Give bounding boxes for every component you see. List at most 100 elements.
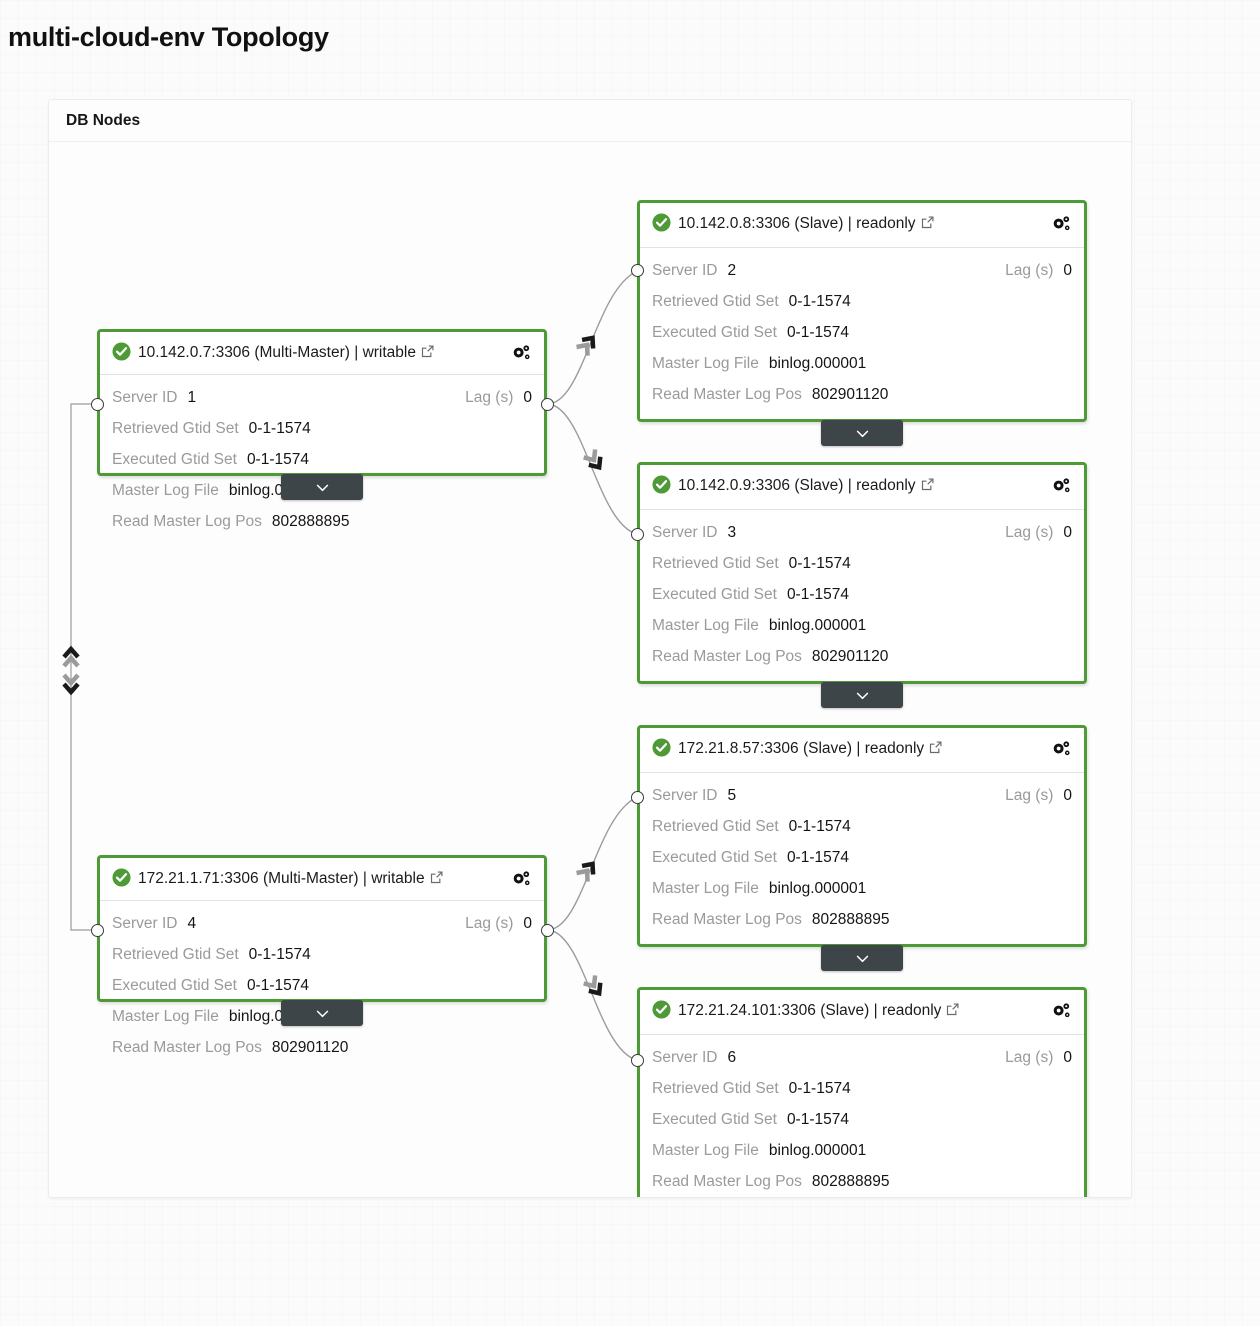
node-row-lag: Lag (s) 0 (465, 382, 532, 413)
external-link-icon[interactable] (429, 870, 444, 891)
node-row-master-log-file: Master Log File binlog.000001 (652, 1135, 1072, 1166)
node-title-text: 10.142.0.9:3306 (Slave) | readonly (678, 477, 916, 494)
chevron-down-icon (316, 1010, 328, 1017)
db-nodes-panel: DB Nodes 10.142.0.7:3306 (Multi-Master) … (48, 99, 1132, 1198)
node-port-left[interactable] (631, 1054, 644, 1067)
check-circle-icon (652, 1000, 671, 1019)
node-row-retrieved-gtid: Retrieved Gtid Set 0-1-1574 (652, 1073, 1072, 1104)
executed-gtid-label: Executed Gtid Set (112, 977, 237, 994)
gear-icon[interactable] (511, 869, 532, 895)
retrieved-gtid-value: 0-1-1574 (788, 818, 851, 835)
node-title-text: 10.142.0.7:3306 (Multi-Master) | writabl… (138, 344, 416, 361)
gear-icon[interactable] (511, 343, 532, 369)
node-body: Server ID 5 Lag (s) 0 Retrieved Gtid Set… (640, 773, 1084, 945)
master-log-file-value: binlog.000001 (768, 880, 867, 897)
lag-value: 0 (1063, 1049, 1072, 1066)
node-port-left[interactable] (91, 398, 104, 411)
topology-canvas[interactable]: 10.142.0.7:3306 (Multi-Master) | writabl… (49, 142, 1131, 1197)
chevron-down-icon (316, 484, 328, 491)
node-row-lag: Lag (s) 0 (1005, 1042, 1072, 1073)
retrieved-gtid-value: 0-1-1574 (788, 293, 851, 310)
gear-icon[interactable] (1051, 739, 1072, 765)
check-circle-icon (112, 868, 131, 887)
gear-icon[interactable] (1051, 214, 1072, 240)
arrow-marker-master2-slave6 (583, 975, 603, 997)
node-port-left[interactable] (631, 528, 644, 541)
external-link-icon[interactable] (920, 215, 935, 236)
executed-gtid-label: Executed Gtid Set (652, 324, 777, 341)
gear-icon[interactable] (1051, 476, 1072, 502)
lag-label: Lag (s) (465, 915, 514, 932)
topology-node-card[interactable]: 172.21.8.57:3306 (Slave) | readonly Serv… (637, 725, 1087, 947)
retrieved-gtid-label: Retrieved Gtid Set (652, 1080, 779, 1097)
node-port-right[interactable] (541, 398, 554, 411)
node-row-read-master-log-pos: Read Master Log Pos 802888895 (652, 904, 1072, 935)
node-row-retrieved-gtid: Retrieved Gtid Set 0-1-1574 (652, 286, 1072, 317)
external-link-icon[interactable] (945, 1002, 960, 1023)
server-id-value: 1 (187, 389, 197, 406)
read-master-log-pos-label: Read Master Log Pos (652, 1173, 802, 1190)
node-row-server-id: Server ID 6 Lag (s) 0 (652, 1042, 1072, 1073)
retrieved-gtid-label: Retrieved Gtid Set (652, 293, 779, 310)
node-row-master-log-file: Master Log File binlog.000001 (652, 348, 1072, 379)
node-title-text: 172.21.1.71:3306 (Multi-Master) | writab… (138, 870, 425, 887)
topology-node-card[interactable]: 10.142.0.9:3306 (Slave) | readonly Serve… (637, 462, 1087, 684)
executed-gtid-value: 0-1-1574 (246, 977, 309, 994)
node-body: Server ID 1 Lag (s) 0 Retrieved Gtid Set… (100, 375, 544, 547)
node-port-left[interactable] (91, 924, 104, 937)
node-row-read-master-log-pos: Read Master Log Pos 802901120 (652, 641, 1072, 672)
executed-gtid-label: Executed Gtid Set (652, 849, 777, 866)
executed-gtid-value: 0-1-1574 (786, 324, 849, 341)
server-id-label: Server ID (652, 1049, 718, 1066)
executed-gtid-label: Executed Gtid Set (112, 451, 237, 468)
external-link-icon[interactable] (920, 477, 935, 498)
node-row-executed-gtid: Executed Gtid Set 0-1-1574 (652, 1104, 1072, 1135)
external-link-icon[interactable] (928, 740, 943, 761)
master-log-file-label: Master Log File (652, 617, 759, 634)
read-master-log-pos-label: Read Master Log Pos (112, 1039, 262, 1056)
read-master-log-pos-value: 802888895 (271, 513, 350, 530)
check-circle-icon (652, 738, 671, 757)
node-header: 172.21.24.101:3306 (Slave) | readonly (640, 990, 1084, 1035)
topology-node-card[interactable]: 10.142.0.8:3306 (Slave) | readonly Serve… (637, 200, 1087, 422)
topology-node-card[interactable]: 172.21.1.71:3306 (Multi-Master) | writab… (97, 855, 547, 1056)
node-row-server-id: Server ID 5 Lag (s) 0 (652, 780, 1072, 811)
node-port-left[interactable] (631, 791, 644, 804)
server-id-label: Server ID (652, 787, 718, 804)
collapse-toggle[interactable] (281, 474, 363, 500)
retrieved-gtid-value: 0-1-1574 (248, 420, 311, 437)
edge-master2-to-slave5 (546, 796, 638, 931)
panel-title: DB Nodes (66, 111, 141, 129)
node-row-executed-gtid: Executed Gtid Set 0-1-1574 (652, 579, 1072, 610)
collapse-toggle[interactable] (821, 420, 903, 446)
node-row-master-log-file: Master Log File binlog.000001 (652, 873, 1072, 904)
external-link-icon[interactable] (420, 344, 435, 365)
executed-gtid-value: 0-1-1574 (786, 849, 849, 866)
node-body: Server ID 4 Lag (s) 0 Retrieved Gtid Set… (100, 901, 544, 1073)
read-master-log-pos-label: Read Master Log Pos (652, 911, 802, 928)
gear-icon[interactable] (1051, 1001, 1072, 1027)
retrieved-gtid-value: 0-1-1574 (248, 946, 311, 963)
executed-gtid-value: 0-1-1574 (786, 1111, 849, 1128)
node-row-retrieved-gtid: Retrieved Gtid Set 0-1-1574 (112, 413, 532, 444)
lag-value: 0 (1063, 524, 1072, 541)
retrieved-gtid-label: Retrieved Gtid Set (652, 818, 779, 835)
node-row-retrieved-gtid: Retrieved Gtid Set 0-1-1574 (652, 811, 1072, 842)
collapse-toggle[interactable] (281, 1000, 363, 1026)
topology-node-card[interactable]: 172.21.24.101:3306 (Slave) | readonly Se… (637, 987, 1087, 1197)
node-row-executed-gtid: Executed Gtid Set 0-1-1574 (652, 842, 1072, 873)
node-row-executed-gtid: Executed Gtid Set 0-1-1574 (112, 970, 532, 1001)
executed-gtid-value: 0-1-1574 (786, 586, 849, 603)
node-header: 10.142.0.9:3306 (Slave) | readonly (640, 465, 1084, 510)
page-title: multi-cloud-env Topology (8, 22, 329, 52)
node-row-lag: Lag (s) 0 (1005, 517, 1072, 548)
collapse-toggle[interactable] (821, 945, 903, 971)
edge-master2-to-slave6 (546, 929, 638, 1061)
node-port-left[interactable] (631, 264, 644, 277)
executed-gtid-label: Executed Gtid Set (652, 586, 777, 603)
collapse-toggle[interactable] (821, 682, 903, 708)
topology-node-card[interactable]: 10.142.0.7:3306 (Multi-Master) | writabl… (97, 329, 547, 530)
node-port-right[interactable] (541, 924, 554, 937)
node-title-text: 172.21.8.57:3306 (Slave) | readonly (678, 740, 925, 757)
master-log-file-label: Master Log File (652, 355, 759, 372)
